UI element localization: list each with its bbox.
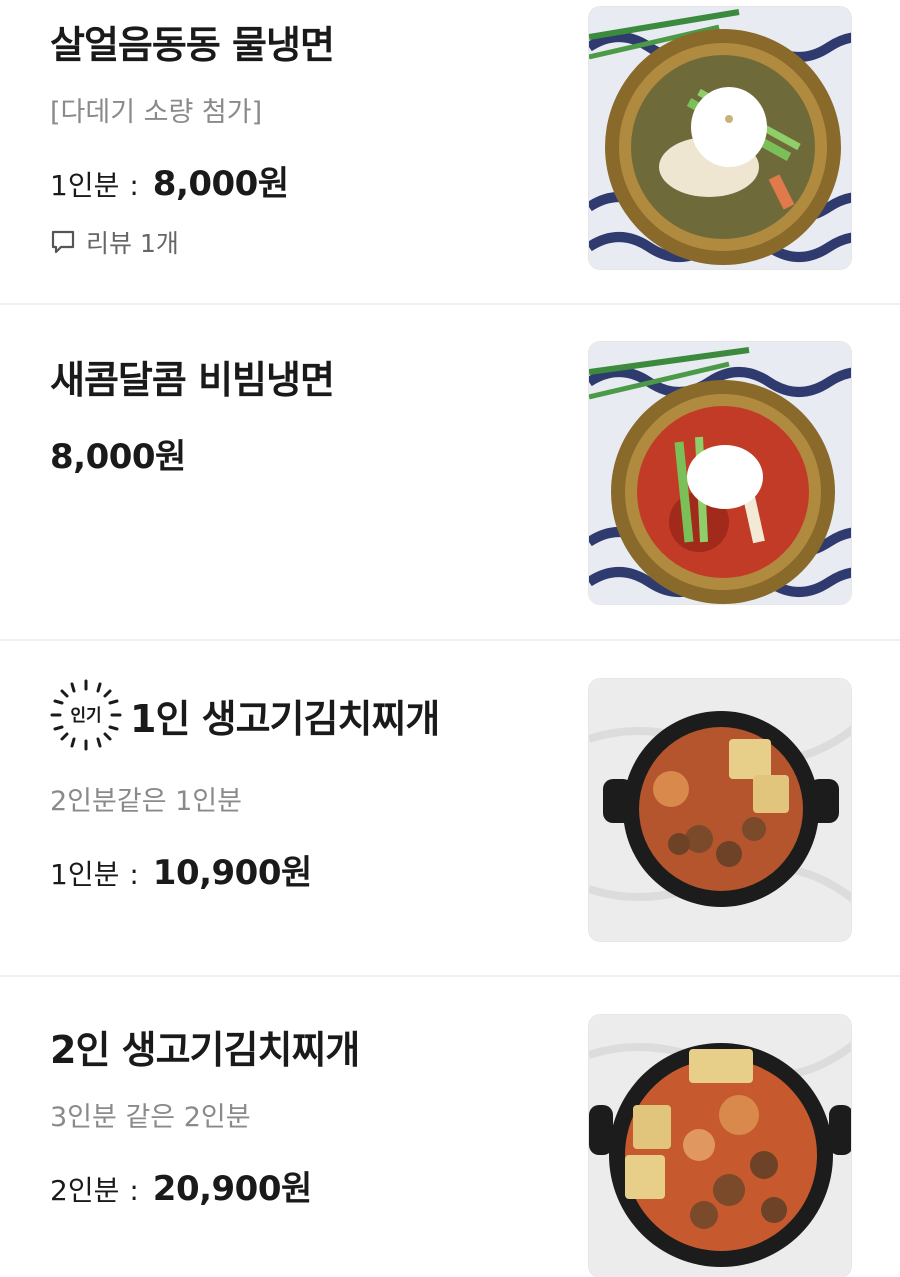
badge-label: 인기	[70, 706, 101, 726]
bibim-noodle-image	[588, 341, 852, 605]
kimchi-stew-image	[588, 678, 852, 942]
menu-item-name: 살얼음동동 물냉면	[50, 23, 335, 67]
price-value: 10,900원	[152, 853, 312, 893]
menu-item-description: 3인분 같은 2인분	[50, 1102, 251, 1133]
review-count: 리뷰 1개	[86, 229, 179, 258]
speech-bubble-icon	[51, 230, 75, 254]
menu-item-bibim-naengmyeon[interactable]: 새콤달콤 비빔냉면 8,000원	[0, 305, 900, 639]
menu-item-kimchi-stew-1[interactable]: 인기 1인 생고기김치찌개 2인분같은 1인분 1인분 : 10,900원	[0, 641, 900, 975]
price-value: 8,000원	[152, 164, 289, 204]
menu-item-name-row: 인기 1인 생고기김치찌개	[48, 677, 440, 753]
menu-item-kimchi-stew-2[interactable]: 2인 생고기김치찌개 3인분 같은 2인분 2인분 : 20,900원	[0, 977, 900, 1277]
price-label: 2인분	[50, 1174, 120, 1207]
menu-item-name: 1인 생고기김치찌개	[130, 696, 440, 741]
price-label: 1인분	[50, 858, 120, 891]
popular-badge-icon: 인기	[50, 679, 122, 751]
price-separator: :	[129, 1174, 139, 1207]
price-separator: :	[129, 169, 139, 202]
menu-item-price-row: 1인분 : 8,000원	[50, 156, 289, 205]
menu-item-price-row: 1인분 : 10,900원	[50, 845, 312, 894]
kimchi-stew-image	[588, 1014, 852, 1277]
price-value: 8,000원	[50, 437, 186, 477]
menu-item-name: 새콤달콤 비빔냉면	[50, 358, 335, 402]
menu-item-description: [다데기 소량 첨가]	[50, 97, 263, 128]
price-value: 20,900원	[152, 1169, 312, 1209]
menu-item-price-row: 8,000원	[50, 429, 186, 478]
review-link[interactable]: 리뷰 1개	[50, 224, 179, 260]
menu-item-description: 2인분같은 1인분	[50, 786, 242, 817]
price-separator: :	[129, 858, 139, 891]
cold-noodle-image	[588, 6, 852, 270]
menu-item-name: 2인 생고기김치찌개	[50, 1028, 360, 1072]
menu-item-price-row: 2인분 : 20,900원	[50, 1161, 312, 1210]
menu-list: 살얼음동동 물냉면 [다데기 소량 첨가] 1인분 : 8,000원 리뷰 1개	[0, 0, 900, 1277]
price-label: 1인분	[50, 169, 120, 202]
menu-item-mul-naengmyeon[interactable]: 살얼음동동 물냉면 [다데기 소량 첨가] 1인분 : 8,000원 리뷰 1개	[0, 0, 900, 304]
